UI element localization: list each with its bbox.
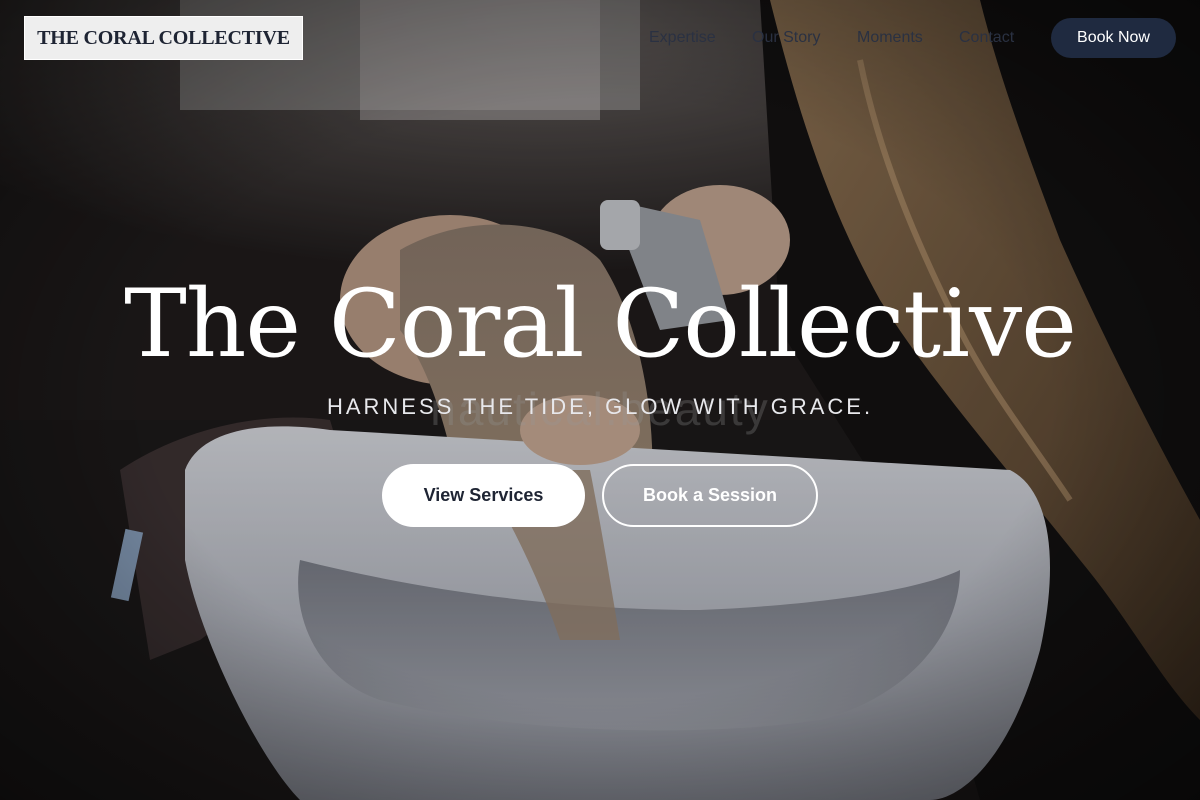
nav-link-expertise[interactable]: Expertise <box>649 28 716 48</box>
book-now-button[interactable]: Book Now <box>1051 18 1176 58</box>
nav-link-contact[interactable]: Contact <box>959 28 1014 48</box>
hero-section: THE CORAL COLLECTIVE Expertise Our Story… <box>0 0 1200 800</box>
hero-title: The Coral Collective <box>124 270 1077 379</box>
site-logo[interactable]: THE CORAL COLLECTIVE <box>24 16 303 60</box>
hero-tagline: HARNESS THE TIDE, GLOW WITH GRACE. <box>326 394 874 419</box>
logo-text: THE CORAL COLLECTIVE <box>37 26 290 49</box>
nav-link-moments[interactable]: Moments <box>857 28 923 48</box>
nav-link-our-story[interactable]: Our Story <box>752 28 820 48</box>
book-session-button[interactable]: Book a Session <box>602 464 818 527</box>
view-services-button[interactable]: View Services <box>382 464 585 527</box>
